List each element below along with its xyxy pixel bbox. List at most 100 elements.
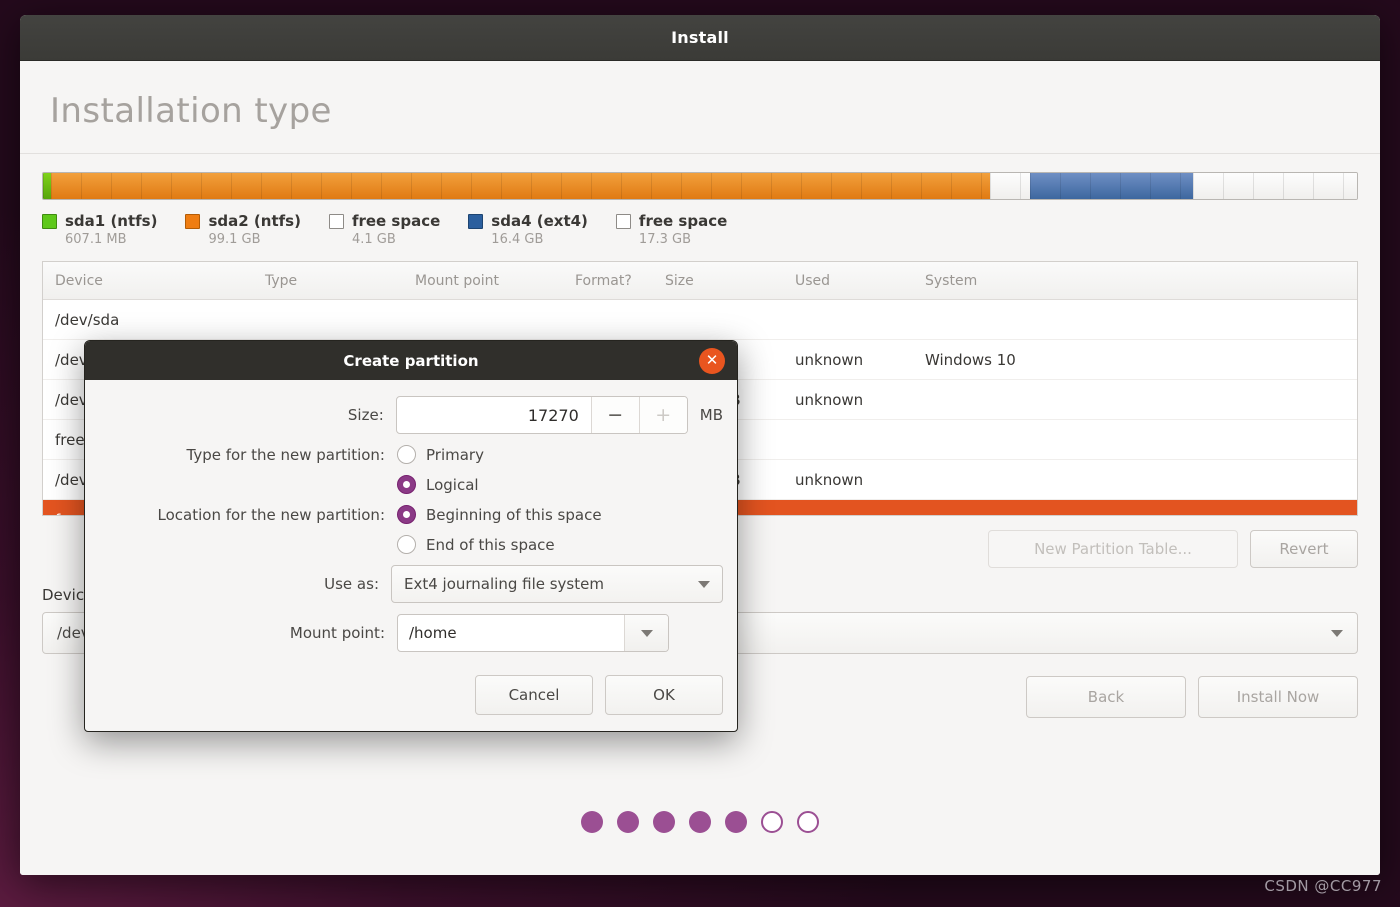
radio-end-of-space[interactable]: End of this space: [397, 535, 555, 554]
window-title: Install: [671, 28, 729, 47]
cell-used: unknown: [795, 350, 864, 369]
partition-legend: sda1 (ntfs) 607.1 MB sda2 (ntfs) 99.1 GB…: [20, 200, 1380, 247]
column-header-size[interactable]: Size: [653, 273, 783, 289]
legend-swatch-icon: [42, 213, 57, 229]
installer-window: Install Installation type sda1 (ntfs) 60…: [20, 15, 1380, 875]
radio-primary[interactable]: Primary: [397, 445, 484, 464]
partition-segment-sda2[interactable]: [50, 173, 991, 199]
progress-dot: [761, 811, 783, 833]
size-stepper[interactable]: 17270 − +: [395, 396, 688, 434]
legend-item-free-1: free space 4.1 GB: [328, 212, 441, 247]
chevron-down-icon: [698, 580, 710, 588]
radio-icon[interactable]: [397, 535, 416, 554]
legend-label: free space: [351, 212, 441, 230]
use-as-value: Ext4 journaling file system: [404, 575, 604, 593]
progress-dot: [797, 811, 819, 833]
legend-size: 4.1 GB: [351, 232, 396, 247]
location-row-beginning: Location for the new partition: Beginnin…: [99, 505, 723, 524]
legend-label: sda4 (ext4): [491, 212, 588, 230]
mount-point-row: Mount point: /home: [99, 614, 723, 652]
size-input[interactable]: 17270: [397, 397, 591, 433]
window-body: Installation type sda1 (ntfs) 607.1 MB s…: [20, 61, 1380, 875]
progress-dot: [653, 811, 675, 833]
window-titlebar: Install: [20, 15, 1380, 61]
column-header-device[interactable]: Device: [43, 273, 253, 289]
create-partition-dialog: Create partition ✕ Size: 17270 − + MB Ty…: [84, 340, 738, 732]
type-label: Type for the new partition:: [186, 445, 386, 464]
dialog-actions: Cancel OK: [99, 663, 723, 717]
ok-button[interactable]: OK: [605, 675, 723, 715]
column-header-mount-point[interactable]: Mount point: [403, 273, 563, 289]
mount-point-label: Mount point:: [289, 624, 385, 642]
install-now-button[interactable]: Install Now: [1198, 676, 1358, 718]
mount-point-combobox[interactable]: /home: [397, 614, 669, 652]
legend-item-sda1: sda1 (ntfs) 607.1 MB: [42, 212, 157, 247]
size-increment-button[interactable]: +: [638, 397, 687, 433]
chevron-down-icon: [1331, 629, 1343, 637]
size-row: Size: 17270 − + MB: [99, 396, 723, 434]
column-header-used[interactable]: Used: [783, 273, 913, 289]
radio-icon-selected[interactable]: [397, 505, 416, 524]
radio-label: Primary: [426, 445, 484, 464]
page-title: Installation type: [50, 91, 332, 131]
partition-segment-sda1[interactable]: [43, 173, 51, 199]
legend-size: 16.4 GB: [491, 232, 544, 247]
column-header-type[interactable]: Type: [253, 273, 403, 289]
progress-dot: [581, 811, 603, 833]
partition-segment-free-2[interactable]: [1192, 173, 1357, 199]
legend-swatch-icon: [185, 213, 201, 229]
size-unit-label: MB: [699, 406, 723, 424]
legend-swatch-icon: [328, 213, 344, 229]
size-decrement-button[interactable]: −: [590, 397, 639, 433]
type-row-logical: Logical: [99, 475, 723, 494]
size-label: Size:: [347, 406, 384, 424]
radio-beginning-of-space[interactable]: Beginning of this space: [397, 505, 602, 524]
cell-system: Windows 10: [925, 350, 1016, 369]
radio-label: Logical: [426, 475, 479, 494]
mount-point-input[interactable]: /home: [398, 615, 624, 651]
use-as-row: Use as: Ext4 journaling file system: [99, 565, 723, 603]
column-header-system[interactable]: System: [913, 273, 1357, 289]
type-row-primary: Type for the new partition: Primary: [99, 445, 723, 464]
cancel-button[interactable]: Cancel: [475, 675, 593, 715]
back-button[interactable]: Back: [1026, 676, 1186, 718]
new-partition-table-button[interactable]: New Partition Table...: [988, 530, 1238, 568]
use-as-select[interactable]: Ext4 journaling file system: [391, 565, 723, 603]
revert-button[interactable]: Revert: [1250, 530, 1358, 568]
partition-segment-free-1[interactable]: [990, 173, 1031, 199]
progress-dots: [20, 811, 1380, 833]
mount-point-dropdown-button[interactable]: [624, 615, 668, 651]
radio-logical[interactable]: Logical: [397, 475, 479, 494]
table-header-row: Device Type Mount point Format? Size Use…: [43, 262, 1357, 300]
cell-used: unknown: [795, 390, 864, 409]
dialog-titlebar: Create partition ✕: [85, 341, 737, 380]
table-row[interactable]: /dev/sda: [43, 300, 1357, 340]
legend-swatch-icon: [615, 213, 631, 229]
radio-icon-selected[interactable]: [397, 475, 416, 494]
legend-label: sda1 (ntfs): [65, 212, 158, 230]
legend-size: 99.1 GB: [208, 232, 261, 247]
partition-bar[interactable]: [42, 172, 1358, 200]
partition-segment-sda4[interactable]: [1029, 173, 1193, 199]
dialog-body: Size: 17270 − + MB Type for the new part…: [85, 380, 737, 731]
close-icon[interactable]: ✕: [699, 347, 725, 374]
column-header-format[interactable]: Format?: [563, 273, 653, 289]
progress-dot: [617, 811, 639, 833]
progress-dot: [725, 811, 747, 833]
partition-bar-section: [20, 154, 1380, 200]
location-row-end: End of this space: [99, 535, 723, 554]
legend-size: 607.1 MB: [65, 232, 127, 247]
legend-swatch-icon: [468, 213, 484, 229]
legend-size: 17.3 GB: [638, 232, 691, 247]
progress-dot: [689, 811, 711, 833]
use-as-label: Use as:: [324, 575, 379, 593]
radio-icon[interactable]: [397, 445, 416, 464]
cell-device: /dev/sda: [55, 310, 120, 329]
chevron-down-icon: [640, 629, 653, 637]
legend-item-free-2: free space 17.3 GB: [615, 212, 728, 247]
radio-label: Beginning of this space: [426, 505, 602, 524]
radio-label: End of this space: [426, 535, 555, 554]
cell-used: unknown: [795, 470, 864, 489]
legend-item-sda2: sda2 (ntfs) 99.1 GB: [185, 212, 301, 247]
legend-label: free space: [638, 212, 728, 230]
